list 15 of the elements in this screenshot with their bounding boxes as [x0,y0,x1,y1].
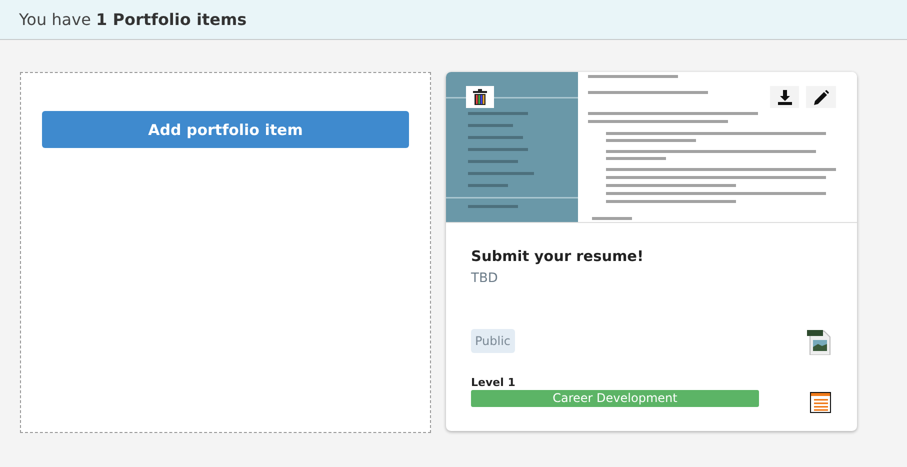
edit-button[interactable] [806,86,836,108]
image-file-icon[interactable] [807,329,831,355]
level-label: Level 1 [471,376,516,389]
item-title: Submit your resume! [471,249,645,265]
visibility-tag: Public [471,329,515,353]
item-description: TBD [471,271,499,286]
list-icon[interactable] [810,392,831,413]
page-title: You have 1 Portfolio items [19,10,247,29]
delete-button[interactable] [466,86,494,108]
add-portfolio-button[interactable]: Add portfolio item [42,111,409,148]
pencil-icon [814,90,828,104]
trash-icon [473,89,487,105]
download-button[interactable] [770,86,799,108]
category-tag: Career Development [471,390,759,407]
download-icon [778,90,792,104]
